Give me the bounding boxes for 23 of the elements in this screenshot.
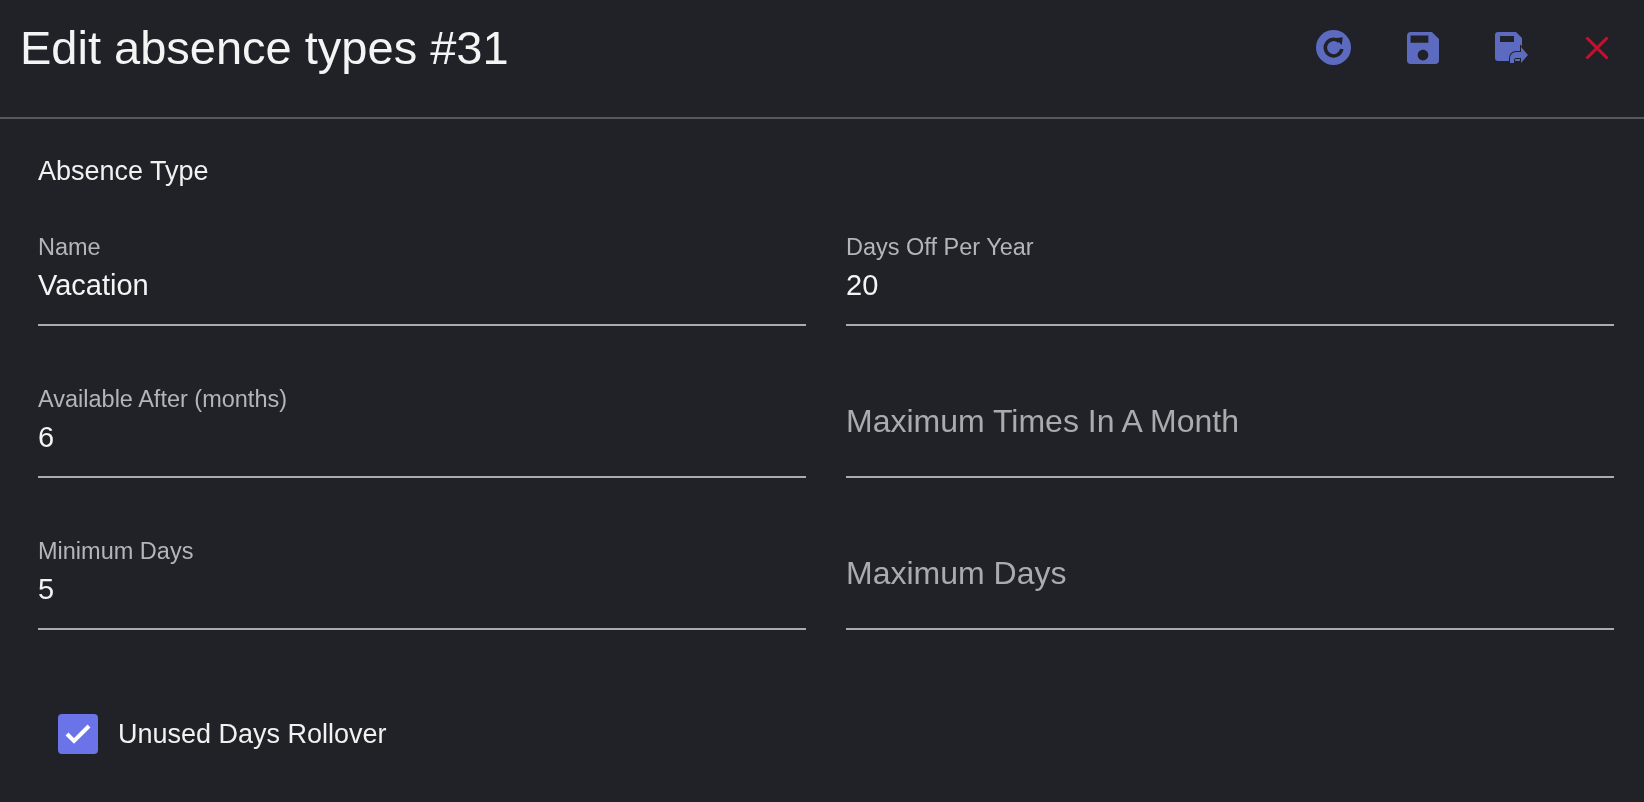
field-label: Name bbox=[38, 233, 101, 261]
close-button[interactable] bbox=[1585, 35, 1609, 60]
save-icon bbox=[1407, 31, 1439, 64]
dialog-title: Edit absence types #31 bbox=[20, 19, 510, 76]
save-as-button[interactable] bbox=[1495, 30, 1529, 65]
input-field[interactable]: 5 bbox=[38, 565, 806, 630]
save-button[interactable] bbox=[1407, 31, 1439, 64]
section-title: Absence Type bbox=[38, 155, 210, 187]
checkbox[interactable] bbox=[58, 714, 98, 754]
checkbox-label: Unused Days Rollover bbox=[118, 718, 387, 750]
floppy-arrow-icon bbox=[1495, 30, 1529, 65]
input-field[interactable]: Maximum Times In A Month bbox=[846, 385, 1614, 478]
refresh-button[interactable] bbox=[1316, 30, 1351, 65]
close-icon bbox=[1585, 35, 1609, 60]
field-label: Available After (months) bbox=[38, 385, 288, 413]
input-field[interactable]: Vacation bbox=[38, 261, 806, 326]
check-icon bbox=[65, 724, 91, 744]
field-label: Days Off Per Year bbox=[846, 233, 1034, 261]
input-field[interactable]: Maximum Days bbox=[846, 537, 1614, 630]
input-field[interactable]: 6 bbox=[38, 413, 806, 478]
field-label: Minimum Days bbox=[38, 537, 194, 565]
input-field[interactable]: 20 bbox=[846, 261, 1614, 326]
refresh-icon bbox=[1316, 30, 1351, 65]
